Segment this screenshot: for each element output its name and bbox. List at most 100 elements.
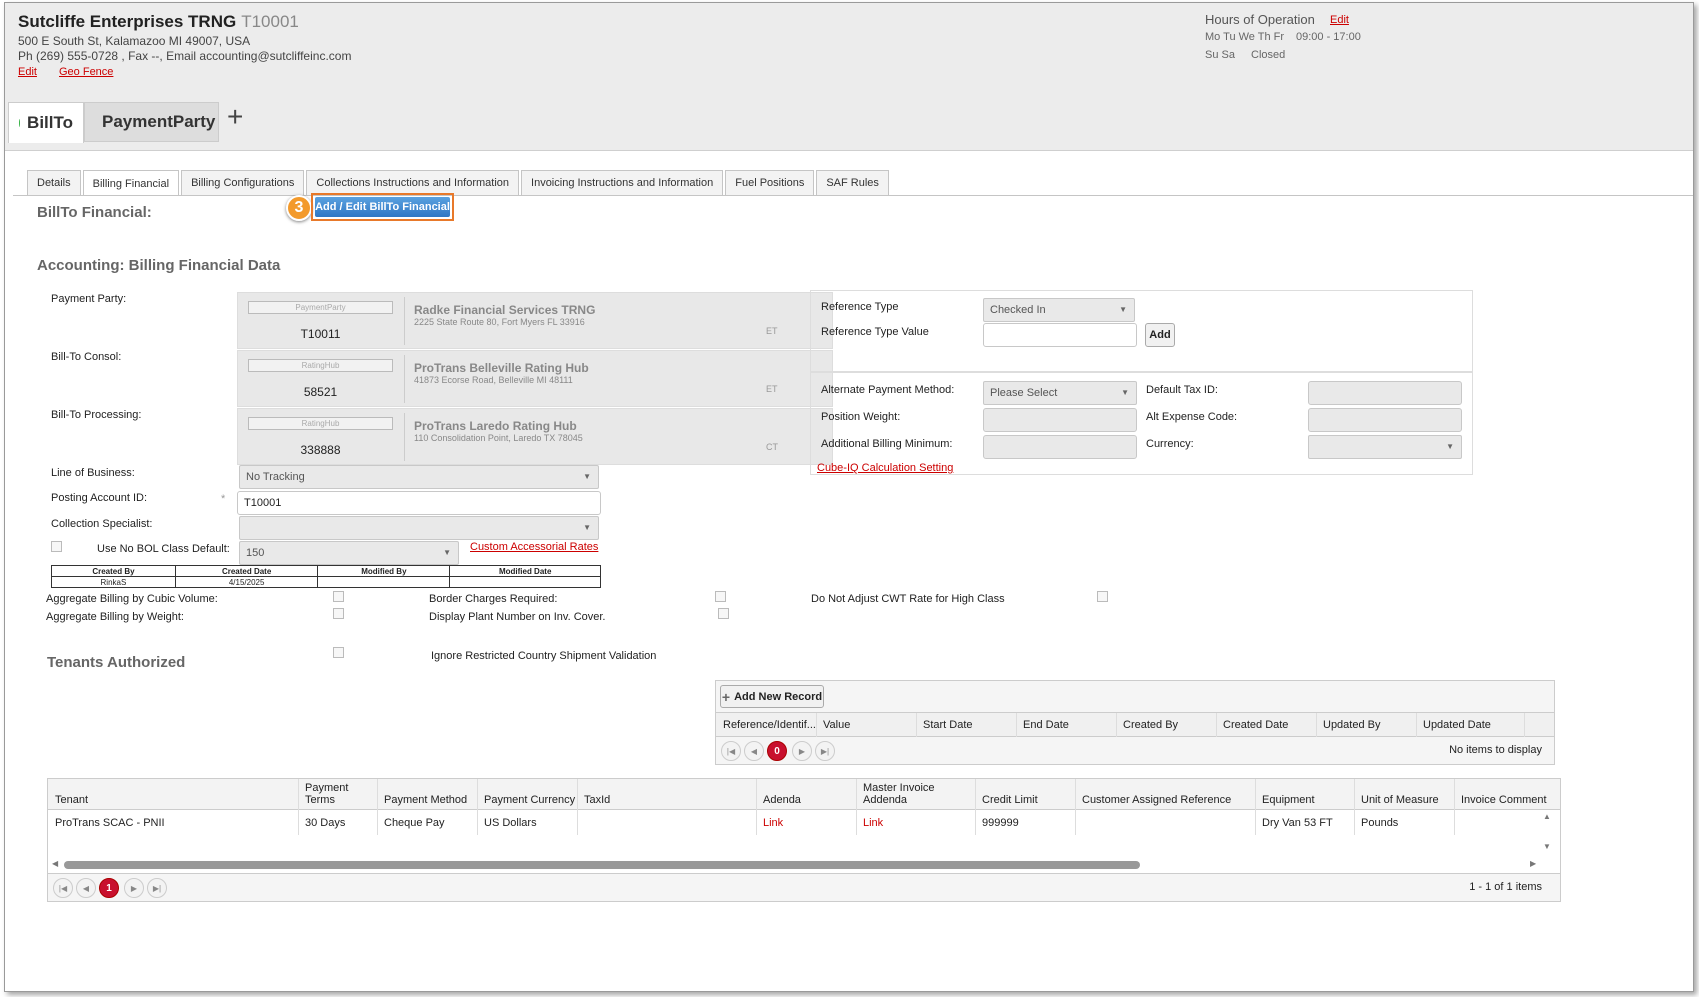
currency-select[interactable]: ▼ [1308,435,1462,459]
subtab-collections[interactable]: Collections Instructions and Information [306,170,520,195]
column-header[interactable]: Payment Method [384,794,467,806]
alt-payment-select[interactable]: Please Select ▼ [983,381,1137,405]
column-header[interactable]: End Date [1023,719,1069,731]
current-page[interactable]: 1 [99,878,119,898]
first-page-icon[interactable]: |◀ [721,741,741,761]
adenda-link[interactable]: Link [763,817,783,829]
reference-value-input[interactable] [983,323,1137,347]
subtab-invoicing[interactable]: Invoicing Instructions and Information [521,170,724,195]
payment-party-card[interactable]: PaymentParty T10011 Radke Financial Serv… [237,292,833,349]
reference-value-label: Reference Type Value [821,326,929,338]
column-header[interactable]: Tenant [55,794,88,806]
tenant-grid-pager: |◀ ◀ 1 ▶ ▶| 1 - 1 of 1 items [48,873,1560,901]
credit-limit-cell: 999999 [982,817,1019,829]
default-tax-input[interactable] [1308,381,1462,405]
column-header[interactable]: Updated By [1323,719,1380,731]
next-page-icon[interactable]: ▶ [124,878,144,898]
tenant-grid: Tenant Payment Terms Payment Method Paym… [47,778,1561,902]
additional-min-input[interactable] [983,435,1137,459]
company-contact: Ph (269) 555-0728 , Fax --, Email accoun… [18,49,352,63]
geo-fence-link[interactable]: Geo Fence [59,66,113,78]
cube-iq-link[interactable]: Cube-IQ Calculation Setting [817,462,953,474]
scroll-up-icon[interactable]: ▲ [1543,812,1551,821]
status-dot-icon [19,119,21,127]
position-weight-label: Position Weight: [821,411,901,423]
agg-weight-checkbox[interactable] [333,608,344,619]
no-bol-class-value: 150 [246,547,265,559]
subtab-details[interactable]: Details [27,170,81,195]
billto-processing-card[interactable]: RatingHub 338888 ProTrans Laredo Rating … [237,408,833,465]
subtab-fuel-positions[interactable]: Fuel Positions [725,170,815,195]
last-page-icon[interactable]: ▶| [815,741,835,761]
master-invoice-addenda-link[interactable]: Link [863,817,883,829]
tab-paymentparty[interactable]: PaymentParty [84,102,219,142]
column-header[interactable]: Created By [1123,719,1178,731]
edit-company-link[interactable]: Edit [18,66,37,78]
no-bol-checkbox[interactable] [51,541,62,552]
custom-accessorial-link[interactable]: Custom Accessorial Rates [470,541,598,553]
next-page-icon[interactable]: ▶ [792,741,812,761]
party-timezone: ET [766,384,778,394]
company-id: T10001 [241,12,299,31]
horizontal-scrollbar[interactable] [64,861,1140,869]
collection-specialist-select[interactable]: ▼ [239,516,599,540]
audit-table: Created By Created Date Modified By Modi… [51,565,601,588]
prev-page-icon[interactable]: ◀ [76,878,96,898]
column-divider [1075,779,1076,835]
agg-cubic-checkbox[interactable] [333,591,344,602]
column-header[interactable]: Adenda [763,794,801,806]
party-tag: RatingHub [248,359,393,372]
subtab-bar: Details Billing Financial Billing Config… [27,170,891,196]
scroll-left-icon[interactable]: ◀ [52,859,58,868]
column-header[interactable]: Master Invoice Addenda [863,782,963,806]
plant-number-checkbox[interactable] [718,608,729,619]
column-header[interactable]: Equipment [1262,794,1315,806]
cwt-checkbox[interactable] [1097,591,1108,602]
column-header[interactable]: Invoice Comment [1461,794,1547,806]
posting-account-input[interactable]: T10001 [237,491,601,515]
column-header[interactable]: Created Date [1223,719,1288,731]
tab-billto[interactable]: BillTo [8,102,84,143]
step-badge: 3 [286,195,312,221]
first-page-icon[interactable]: |◀ [53,878,73,898]
subtab-billing-financial[interactable]: Billing Financial [82,170,180,196]
party-divider [404,297,405,345]
current-page[interactable]: 0 [767,741,787,761]
subtab-billing-configurations[interactable]: Billing Configurations [181,170,305,195]
column-header[interactable]: Start Date [923,719,973,731]
restricted-country-checkbox[interactable] [333,647,344,658]
border-charges-checkbox[interactable] [715,591,726,602]
empty-message: No items to display [1449,744,1542,756]
column-header[interactable]: Unit of Measure [1361,794,1439,806]
no-bol-class-select[interactable]: 150 ▼ [239,541,459,565]
column-header[interactable]: Credit Limit [982,794,1038,806]
add-new-record-button[interactable]: + Add New Record [720,685,824,708]
position-weight-input[interactable] [983,408,1137,432]
last-page-icon[interactable]: ▶| [147,878,167,898]
column-header[interactable]: Payment Terms [305,782,365,806]
column-header[interactable]: Customer Assigned Reference [1082,794,1231,806]
column-divider [377,779,378,835]
column-header[interactable]: TaxId [584,794,610,806]
add-tab-plus-icon[interactable]: + [227,102,243,132]
column-header[interactable]: Value [823,719,850,731]
line-of-business-select[interactable]: No Tracking ▼ [239,465,599,489]
billto-consol-card[interactable]: RatingHub 58521 ProTrans Belleville Rati… [237,350,833,407]
column-header[interactable]: Payment Currency [484,794,575,806]
prev-page-icon[interactable]: ◀ [744,741,764,761]
scroll-right-icon[interactable]: ▶ [1530,859,1536,868]
column-header[interactable]: Updated Date [1423,719,1491,731]
edit-hours-link[interactable]: Edit [1330,14,1349,26]
reference-type-select[interactable]: Checked In ▼ [983,298,1135,322]
add-reference-button[interactable]: Add [1145,323,1175,347]
subtab-saf-rules[interactable]: SAF Rules [816,170,889,195]
scroll-down-icon[interactable]: ▼ [1543,842,1551,851]
company-name: Sutcliffe Enterprises TRNG [18,12,237,31]
add-edit-billto-financial-button[interactable]: Add / Edit BillTo Financial [315,197,450,217]
payment-method-cell: Cheque Pay [384,817,445,829]
alt-expense-input[interactable] [1308,408,1462,432]
column-header[interactable]: Reference/Identif... [723,719,816,731]
party-id: T10011 [300,327,341,341]
audit-value [449,576,601,588]
column-divider [856,779,857,835]
